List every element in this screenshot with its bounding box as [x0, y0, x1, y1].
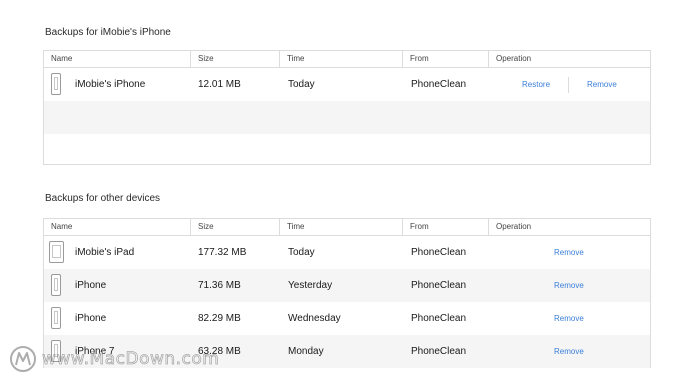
backup-name: iMobie's iPhone [75, 79, 146, 90]
column-header-time[interactable]: Time [279, 219, 402, 235]
table-row[interactable]: iMobie's iPad 177.32 MB Today PhoneClean… [44, 236, 650, 269]
column-header-operation[interactable]: Operation [488, 51, 651, 67]
backup-name: iPhone [75, 313, 107, 324]
restore-button[interactable]: Restore [522, 68, 550, 101]
section-title-iphone-backups: Backups for iMobie's iPhone [45, 27, 171, 38]
iphone-icon [51, 73, 61, 95]
remove-button[interactable]: Remove [554, 236, 584, 269]
column-header-name[interactable]: Name [44, 219, 190, 235]
empty-row [44, 134, 650, 167]
table-header: Name Size Time From Operation [44, 219, 650, 236]
iphone-backups-table: Name Size Time From Operation iMobie's i… [43, 50, 651, 165]
backup-time: Today [288, 247, 315, 258]
watermark: www.MacDown.com [8, 344, 219, 374]
column-header-from[interactable]: From [402, 219, 488, 235]
column-header-name[interactable]: Name [44, 51, 190, 67]
table-row[interactable]: iPhone 71.36 MB Yesterday PhoneClean Rem… [44, 269, 650, 302]
watermark-text: www.MacDown.com [42, 349, 220, 370]
empty-row [44, 101, 650, 134]
table-row[interactable]: iMobie's iPhone 12.01 MB Today PhoneClea… [44, 68, 650, 101]
backup-time: Monday [288, 346, 324, 357]
backup-time: Wednesday [288, 313, 341, 324]
backup-size: 177.32 MB [198, 247, 247, 258]
ipad-icon [49, 241, 64, 263]
backup-size: 82.29 MB [198, 313, 241, 324]
backup-name: iPhone [75, 280, 107, 291]
backup-name: iMobie's iPad [75, 247, 135, 258]
remove-button[interactable]: Remove [587, 68, 617, 101]
table-header: Name Size Time From Operation [44, 51, 650, 68]
column-header-from[interactable]: From [402, 51, 488, 67]
section-title-other-devices: Backups for other devices [45, 193, 161, 204]
remove-button[interactable]: Remove [554, 335, 584, 368]
table-row[interactable]: iPhone 82.29 MB Wednesday PhoneClean Rem… [44, 302, 650, 335]
remove-button[interactable]: Remove [554, 269, 584, 302]
iphone-icon [51, 307, 61, 329]
column-header-size[interactable]: Size [190, 51, 279, 67]
backup-time: Today [288, 79, 315, 90]
backup-size: 71.36 MB [198, 280, 241, 291]
column-header-size[interactable]: Size [190, 219, 279, 235]
column-header-operation[interactable]: Operation [488, 219, 651, 235]
backup-source: PhoneClean [411, 346, 467, 357]
macdown-logo-icon [10, 346, 36, 372]
backup-source: PhoneClean [411, 247, 467, 258]
column-header-time[interactable]: Time [279, 51, 402, 67]
backup-source: PhoneClean [411, 79, 467, 90]
backup-size: 12.01 MB [198, 79, 241, 90]
remove-button[interactable]: Remove [554, 302, 584, 335]
operation-divider [568, 77, 569, 93]
backup-source: PhoneClean [411, 313, 467, 324]
backup-time: Yesterday [288, 280, 333, 291]
backup-source: PhoneClean [411, 280, 467, 291]
iphone-icon [51, 274, 61, 296]
